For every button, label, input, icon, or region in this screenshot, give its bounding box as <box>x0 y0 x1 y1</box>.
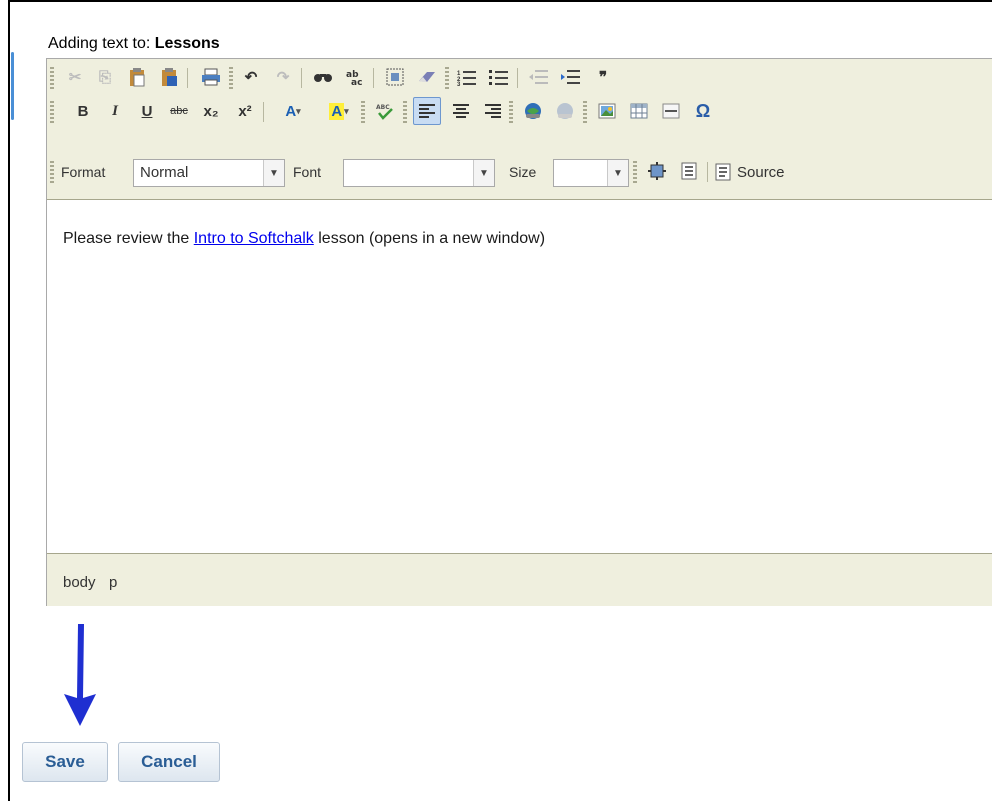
chevron-down-icon: ▾ <box>296 105 301 116</box>
left-accent-bar <box>11 52 14 120</box>
toolbar-separator <box>263 102 264 122</box>
chevron-down-icon[interactable]: ▼ <box>263 160 284 186</box>
align-left-button[interactable] <box>413 97 441 125</box>
content-text-before: Please review the <box>63 230 194 247</box>
path-item-p[interactable]: p <box>109 574 117 591</box>
size-select[interactable]: ▼ <box>553 159 629 187</box>
toolbar-separator <box>373 68 374 88</box>
toolbar-separator <box>517 68 518 88</box>
toolbar-grip <box>403 101 407 123</box>
bulleted-list-icon[interactable] <box>485 63 513 91</box>
horizontal-rule-icon[interactable] <box>657 97 685 125</box>
content-paragraph: Please review the Intro to Softchalk les… <box>63 230 545 248</box>
print-icon[interactable] <box>197 63 225 91</box>
paste-word-icon[interactable] <box>155 63 183 91</box>
toolbar-grip <box>509 101 513 123</box>
outdent-icon[interactable] <box>525 63 553 91</box>
format-select[interactable]: Normal ▼ <box>133 159 285 187</box>
strikethrough-button[interactable]: abc <box>165 97 193 125</box>
table-icon[interactable] <box>625 97 653 125</box>
text-color-label: A <box>285 102 297 120</box>
align-right-button[interactable] <box>479 97 507 125</box>
heading-prefix: Adding text to: <box>48 35 151 52</box>
chevron-down-icon: ▾ <box>344 105 349 116</box>
lesson-link[interactable]: Intro to Softchalk <box>194 230 314 247</box>
toolbar-separator <box>301 68 302 88</box>
link-icon[interactable] <box>519 97 547 125</box>
special-character-icon[interactable]: Ω <box>689 97 717 125</box>
toolbar-row-3: Format Normal ▼ Font ▼ Size ▼ Source <box>47 157 992 191</box>
superscript-button[interactable]: x² <box>231 97 259 125</box>
down-arrow-icon <box>64 624 96 726</box>
cut-icon[interactable]: ✂ <box>61 63 89 91</box>
toolbar-grip <box>50 67 54 89</box>
format-label: Format <box>61 164 106 180</box>
lesson-link-text: Intro to Softchalk <box>193 230 314 247</box>
svg-text:3: 3 <box>457 82 461 86</box>
redo-icon[interactable]: ↷ <box>269 63 297 91</box>
undo-icon[interactable]: ↶ <box>237 63 265 91</box>
editor-content-area[interactable]: Please review the Intro to Softchalk les… <box>47 200 992 550</box>
replace-icon[interactable]: ab ac <box>341 63 369 91</box>
subscript-button[interactable]: x₂ <box>197 97 225 125</box>
numbered-list-icon[interactable]: 123 <box>453 63 481 91</box>
indent-icon[interactable] <box>557 63 585 91</box>
paste-icon[interactable] <box>123 63 151 91</box>
image-icon[interactable] <box>593 97 621 125</box>
frame-left-border <box>8 0 10 801</box>
source-icon <box>715 163 731 181</box>
toolbar-row-2: B I U abc x₂ x² A ▾ A ▾ ABC Ω <box>47 97 992 131</box>
format-select-value: Normal <box>140 164 189 181</box>
toolbar-grip <box>361 101 365 123</box>
toolbar-grip <box>50 101 54 123</box>
toolbar-separator <box>707 162 708 182</box>
blockquote-icon[interactable]: ❞ <box>589 63 617 91</box>
font-select[interactable]: ▼ <box>343 159 495 187</box>
heading-target: Lessons <box>154 35 220 52</box>
bold-button[interactable]: B <box>69 97 97 125</box>
toolbar-separator <box>187 68 188 88</box>
toolbar-grip <box>583 101 587 123</box>
font-label: Font <box>293 164 322 180</box>
page-heading: Adding text to: Lessons <box>48 35 220 53</box>
spellcheck-icon[interactable]: ABC <box>371 97 399 125</box>
align-center-button[interactable] <box>447 97 475 125</box>
toolbar-grip <box>633 161 637 183</box>
italic-button[interactable]: I <box>101 97 129 125</box>
unlink-icon[interactable] <box>551 97 579 125</box>
frame-top-border <box>8 0 992 2</box>
find-icon[interactable] <box>309 63 337 91</box>
maximize-icon[interactable] <box>643 157 671 185</box>
size-select-value <box>554 160 607 186</box>
toolbar-grip <box>50 161 54 183</box>
source-button[interactable]: Source <box>715 157 785 187</box>
size-label: Size <box>509 164 537 180</box>
save-button[interactable]: Save <box>22 742 108 782</box>
path-item-body[interactable]: body <box>63 574 96 591</box>
background-color-button[interactable]: A ▾ <box>319 97 359 125</box>
svg-text:ABC: ABC <box>376 104 390 111</box>
eraser-icon[interactable] <box>413 63 441 91</box>
show-blocks-icon[interactable] <box>675 157 703 185</box>
chevron-down-icon[interactable]: ▼ <box>607 160 628 186</box>
editor-toolbar: ✂ ⎘ ↶ ↷ ab ac 1 2 3 ❞ B I U abc x₂ x² A … <box>47 59 992 200</box>
chevron-down-icon[interactable]: ▼ <box>473 160 494 186</box>
toolbar-grip <box>229 67 233 89</box>
font-select-value <box>344 160 473 186</box>
toolbar-grip <box>445 67 449 89</box>
select-all-icon[interactable] <box>381 63 409 91</box>
cancel-button[interactable]: Cancel <box>118 742 220 782</box>
element-path-bar: body p <box>47 553 992 606</box>
source-label: Source <box>737 163 785 181</box>
toolbar-row-1: ✂ ⎘ ↶ ↷ ab ac 1 2 3 ❞ <box>47 63 992 97</box>
rich-text-editor: ✂ ⎘ ↶ ↷ ab ac 1 2 3 ❞ B I U abc x₂ x² A … <box>46 58 992 606</box>
svg-text:ac: ac <box>351 78 362 86</box>
text-color-button[interactable]: A ▾ <box>273 97 313 125</box>
content-text-after: lesson (opens in a new window) <box>313 230 546 247</box>
underline-button[interactable]: U <box>133 97 161 125</box>
copy-icon[interactable]: ⎘ <box>91 63 119 91</box>
bg-color-label: A <box>329 102 345 120</box>
